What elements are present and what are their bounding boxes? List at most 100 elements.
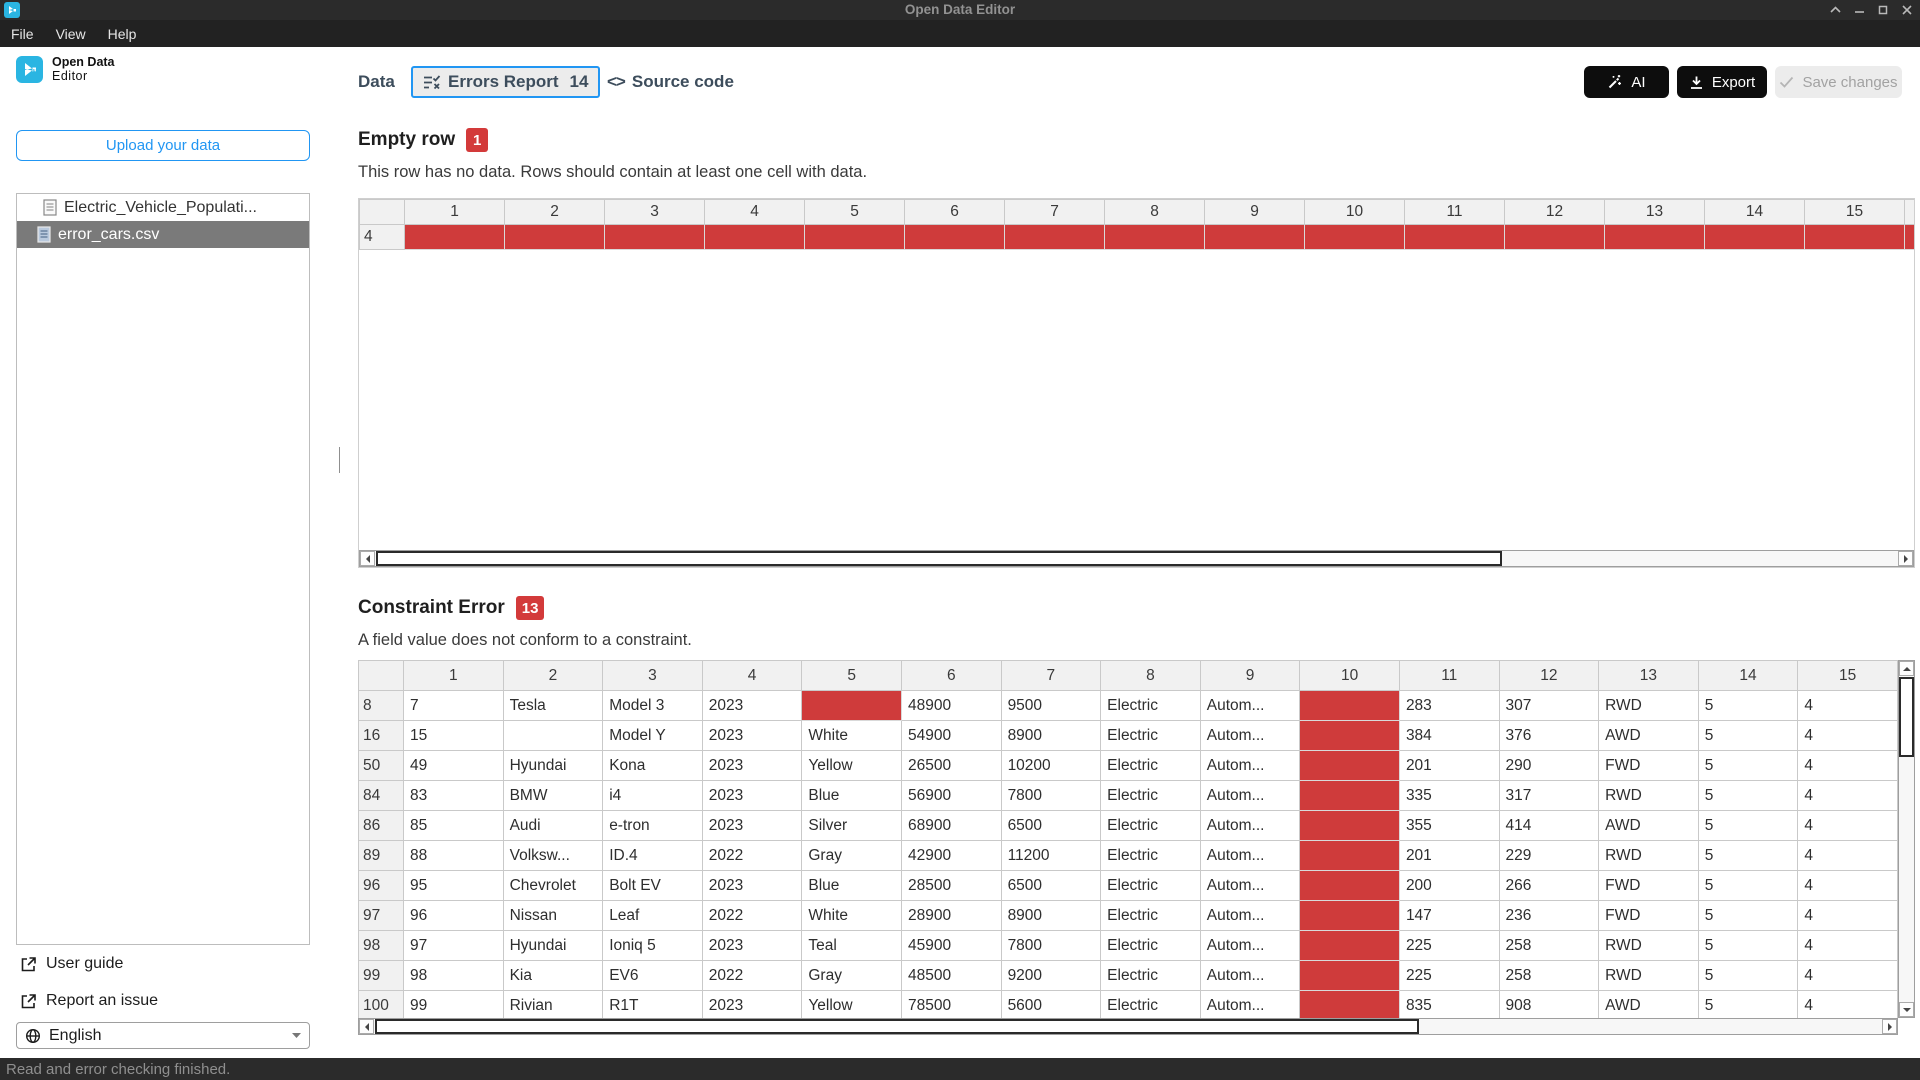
data-cell[interactable]: Autom... xyxy=(1200,931,1300,961)
data-cell[interactable]: Autom... xyxy=(1200,841,1300,871)
data-cell[interactable]: AWD xyxy=(1599,991,1699,1019)
save-changes-button[interactable]: Save changes xyxy=(1775,66,1902,98)
data-cell[interactable]: Electric xyxy=(1101,961,1201,991)
data-cell[interactable]: 200 xyxy=(1399,871,1499,901)
data-cell[interactable]: 88 xyxy=(404,841,504,871)
data-cell[interactable]: 4 xyxy=(1798,691,1898,721)
data-cell[interactable]: Electric xyxy=(1101,721,1201,751)
data-cell[interactable]: 4 xyxy=(1798,931,1898,961)
data-cell[interactable]: 5 xyxy=(1698,751,1798,781)
data-cell[interactable]: 45900 xyxy=(901,931,1001,961)
data-cell[interactable]: Autom... xyxy=(1200,961,1300,991)
data-cell[interactable]: 376 xyxy=(1499,721,1599,751)
data-cell[interactable]: RWD xyxy=(1599,691,1699,721)
error-cell[interactable] xyxy=(405,225,505,250)
data-cell[interactable]: Hyundai xyxy=(503,751,603,781)
user-guide-link[interactable]: User guide xyxy=(20,955,123,973)
data-cell[interactable]: 5 xyxy=(1698,991,1798,1019)
data-cell[interactable]: 2023 xyxy=(702,751,802,781)
scrollbar-thumb[interactable] xyxy=(1899,677,1914,757)
data-cell[interactable]: 7 xyxy=(404,691,504,721)
data-cell[interactable]: 5 xyxy=(1698,691,1798,721)
data-cell[interactable]: 5 xyxy=(1698,961,1798,991)
data-cell[interactable]: 7800 xyxy=(1001,781,1101,811)
data-cell[interactable]: RWD xyxy=(1599,841,1699,871)
data-cell[interactable]: 98 xyxy=(404,961,504,991)
data-cell[interactable]: White xyxy=(802,901,902,931)
data-cell[interactable]: Electric xyxy=(1101,811,1201,841)
vertical-scrollbar[interactable] xyxy=(1898,660,1915,1018)
scroll-left-button[interactable] xyxy=(360,551,375,566)
tab-data[interactable]: Data xyxy=(358,66,395,98)
data-cell[interactable]: 5 xyxy=(1698,811,1798,841)
file-item[interactable]: Electric_Vehicle_Populati... xyxy=(17,194,309,221)
tab-source-code[interactable]: <> Source code xyxy=(607,66,734,98)
scroll-up-button[interactable] xyxy=(1899,661,1914,676)
scrollbar-thumb[interactable] xyxy=(376,551,1502,566)
data-cell[interactable]: Autom... xyxy=(1200,751,1300,781)
error-cell[interactable] xyxy=(1300,811,1400,841)
data-cell[interactable]: 2022 xyxy=(702,841,802,871)
data-cell[interactable]: 5 xyxy=(1698,841,1798,871)
data-cell[interactable]: 4 xyxy=(1798,961,1898,991)
data-cell[interactable]: 4 xyxy=(1798,871,1898,901)
data-cell[interactable]: 8900 xyxy=(1001,901,1101,931)
data-cell[interactable]: Electric xyxy=(1101,991,1201,1019)
data-cell[interactable]: Electric xyxy=(1101,931,1201,961)
report-issue-link[interactable]: Report an issue xyxy=(20,992,158,1010)
error-cell[interactable] xyxy=(1705,225,1805,250)
data-cell[interactable]: Autom... xyxy=(1200,781,1300,811)
data-cell[interactable]: 225 xyxy=(1399,961,1499,991)
scrollbar-thumb[interactable] xyxy=(375,1019,1419,1034)
data-cell[interactable]: 26500 xyxy=(901,751,1001,781)
data-cell[interactable]: Autom... xyxy=(1200,871,1300,901)
error-cell[interactable] xyxy=(1305,225,1405,250)
menu-help[interactable]: Help xyxy=(108,26,137,42)
data-cell[interactable]: 283 xyxy=(1399,691,1499,721)
data-cell[interactable]: Tesla xyxy=(503,691,603,721)
data-cell[interactable]: Yellow xyxy=(802,991,902,1019)
data-cell[interactable]: Autom... xyxy=(1200,691,1300,721)
scroll-left-button[interactable] xyxy=(359,1019,374,1034)
language-select[interactable]: English xyxy=(16,1022,310,1049)
data-cell[interactable]: Electric xyxy=(1101,781,1201,811)
data-cell[interactable]: Teal xyxy=(802,931,902,961)
shade-button[interactable] xyxy=(1828,3,1842,17)
data-cell[interactable]: Electric xyxy=(1101,901,1201,931)
error-cell[interactable] xyxy=(1300,901,1400,931)
data-cell[interactable]: Autom... xyxy=(1200,901,1300,931)
error-cell[interactable] xyxy=(505,225,605,250)
data-cell[interactable]: 5 xyxy=(1698,931,1798,961)
error-cell[interactable] xyxy=(1405,225,1505,250)
data-cell[interactable]: Volksw... xyxy=(503,841,603,871)
data-cell[interactable]: 225 xyxy=(1399,931,1499,961)
data-cell[interactable]: 2023 xyxy=(702,931,802,961)
data-cell[interactable]: 96 xyxy=(404,901,504,931)
data-cell[interactable]: 317 xyxy=(1499,781,1599,811)
error-cell[interactable] xyxy=(1300,841,1400,871)
data-cell[interactable]: Kona xyxy=(603,751,703,781)
data-cell[interactable]: 258 xyxy=(1499,961,1599,991)
data-cell[interactable]: Nissan xyxy=(503,901,603,931)
data-cell[interactable]: Electric xyxy=(1101,751,1201,781)
data-cell[interactable]: 6500 xyxy=(1001,811,1101,841)
data-cell[interactable]: 2023 xyxy=(702,781,802,811)
data-cell[interactable] xyxy=(503,721,603,751)
data-cell[interactable]: 28900 xyxy=(901,901,1001,931)
data-cell[interactable]: Kia xyxy=(503,961,603,991)
data-cell[interactable]: Audi xyxy=(503,811,603,841)
data-cell[interactable]: 147 xyxy=(1399,901,1499,931)
data-cell[interactable]: 99 xyxy=(404,991,504,1019)
data-cell[interactable]: 307 xyxy=(1499,691,1599,721)
data-cell[interactable]: Ioniq 5 xyxy=(603,931,703,961)
data-cell[interactable]: 9500 xyxy=(1001,691,1101,721)
data-cell[interactable]: Model 3 xyxy=(603,691,703,721)
data-cell[interactable]: BMW xyxy=(503,781,603,811)
error-cell[interactable] xyxy=(1300,931,1400,961)
maximize-button[interactable] xyxy=(1876,3,1890,17)
data-cell[interactable]: 2023 xyxy=(702,811,802,841)
data-cell[interactable]: 7800 xyxy=(1001,931,1101,961)
data-cell[interactable]: e-tron xyxy=(603,811,703,841)
data-cell[interactable]: 49 xyxy=(404,751,504,781)
data-cell[interactable]: Autom... xyxy=(1200,721,1300,751)
